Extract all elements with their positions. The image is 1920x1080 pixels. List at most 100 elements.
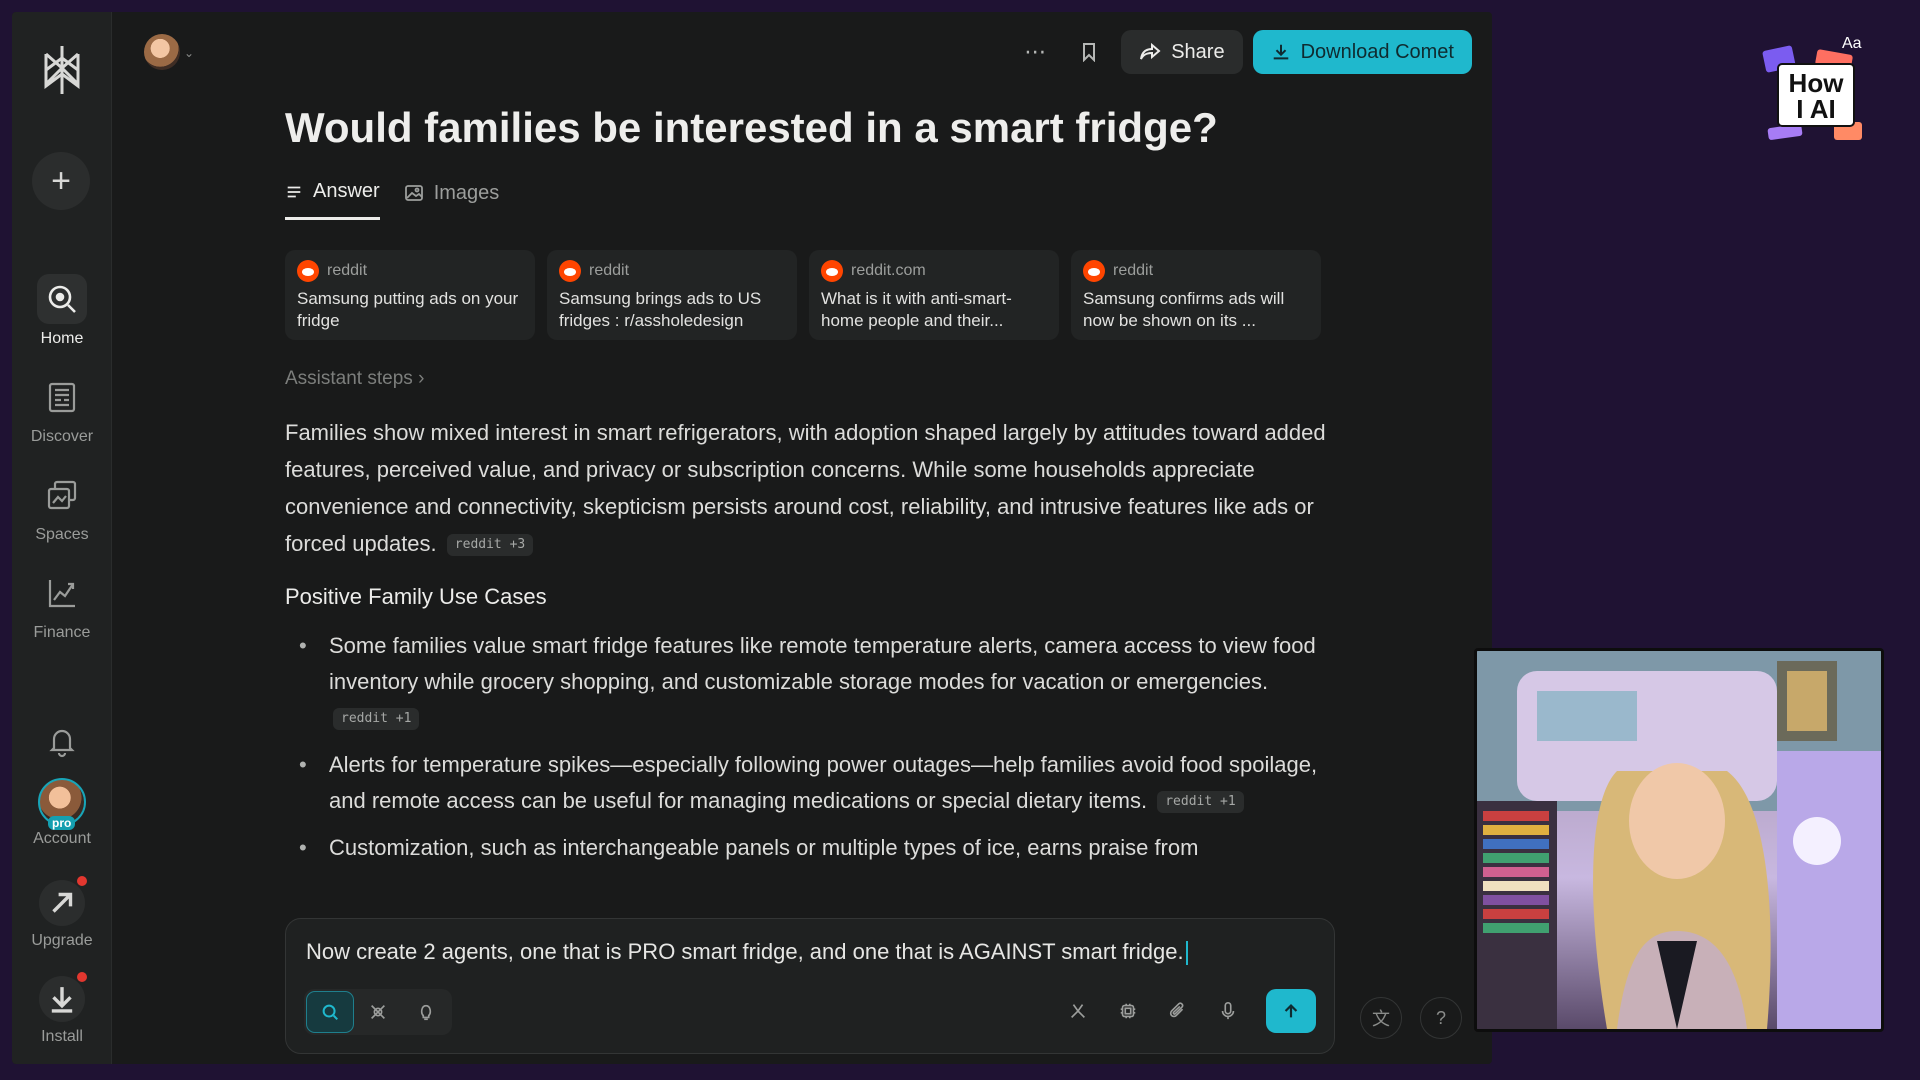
send-button[interactable]	[1266, 989, 1316, 1033]
avatar: pro	[38, 778, 86, 830]
logo-aa-text: Aa	[1842, 35, 1862, 52]
spaces-icon	[37, 470, 87, 520]
bullet-list: Some families value smart fridge feature…	[285, 628, 1335, 910]
bullet-text: Some families value smart fridge feature…	[329, 633, 1316, 694]
translate-icon: 文	[1372, 1009, 1390, 1029]
chip-button[interactable]	[1106, 989, 1150, 1033]
perplexity-logo-icon[interactable]	[32, 40, 92, 100]
bookmark-icon	[1083, 43, 1096, 62]
reddit-icon	[821, 260, 843, 282]
bullet-text: Customization, such as interchangeable p…	[329, 835, 1199, 860]
download-icon	[1273, 44, 1288, 60]
tab-answer[interactable]: Answer	[285, 180, 380, 220]
sidebar-item-label: Spaces	[35, 526, 89, 543]
assistant-steps-label: Assistant steps	[285, 368, 413, 389]
show-logo: Aa How I AI	[1762, 35, 1862, 140]
share-button[interactable]: Share	[1121, 30, 1243, 74]
source-title: Samsung putting ads on your fridge	[297, 289, 519, 330]
composer[interactable]: Now create 2 agents, one that is PRO sma…	[285, 918, 1335, 1054]
topbar-actions: ⋯ Share Download Comet	[1013, 30, 1472, 74]
notifications-button[interactable]	[12, 724, 112, 763]
chevron-down-icon[interactable]: ⌄	[184, 46, 194, 60]
reddit-icon	[559, 260, 581, 282]
assistant-steps-link[interactable]: Assistant steps ›	[285, 368, 424, 390]
source-card[interactable]: reddit Samsung putting ads on your fridg…	[285, 250, 535, 340]
sidebar-item-label: Upgrade	[31, 932, 93, 949]
voice-input-button[interactable]	[1206, 989, 1250, 1033]
share-label: Share	[1171, 40, 1225, 63]
source-title: Samsung brings ads to US fridges : r/ass…	[559, 289, 762, 330]
mode-research-button[interactable]	[354, 991, 402, 1033]
list-item: Alerts for temperature spikes—especially…	[285, 747, 1335, 819]
source-card[interactable]: reddit Samsung brings ads to US fridges …	[547, 250, 797, 340]
pro-badge: pro	[48, 816, 76, 830]
translate-button[interactable]: 文	[1360, 997, 1402, 1039]
text-caret	[1185, 941, 1188, 966]
sidebar-item-install[interactable]: Install	[12, 972, 112, 1046]
arrow-up-icon	[1284, 1004, 1298, 1018]
composer-input[interactable]: Now create 2 agents, one that is PRO sma…	[306, 939, 1188, 966]
source-site: reddit.com	[851, 262, 926, 279]
lightbulb-icon	[420, 1004, 432, 1021]
tab-images[interactable]: Images	[404, 180, 500, 220]
sidebar-item-discover[interactable]: Discover	[12, 372, 112, 446]
browser-window: + Home Discover Spaces Finance pro Accou…	[12, 12, 1492, 1064]
share-icon	[1140, 42, 1161, 60]
more-options-button[interactable]: ⋯	[1013, 30, 1057, 74]
plus-icon: +	[51, 162, 71, 200]
citation-badge[interactable]: reddit +1	[333, 708, 420, 731]
sidebar: + Home Discover Spaces Finance pro Accou…	[12, 12, 112, 1064]
attach-button[interactable]	[1156, 989, 1200, 1033]
answer-text: Families show mixed interest in smart re…	[285, 420, 1326, 556]
citation-badge[interactable]: reddit +3	[446, 534, 534, 557]
bookmark-button[interactable]	[1067, 30, 1111, 74]
user-avatar[interactable]	[144, 34, 180, 70]
image-icon	[404, 185, 423, 201]
sidebar-item-label: Discover	[30, 428, 94, 445]
composer-text: Now create 2 agents, one that is PRO sma…	[306, 939, 1184, 964]
microphone-icon	[1221, 1002, 1235, 1020]
download-comet-button[interactable]: Download Comet	[1252, 30, 1472, 74]
sidebar-item-label: Account	[33, 830, 91, 847]
tab-label: Images	[433, 181, 500, 204]
chip-icon	[1120, 1003, 1136, 1019]
answer-paragraph: Families show mixed interest in smart re…	[285, 414, 1335, 562]
tab-label: Answer	[313, 180, 380, 202]
source-site: reddit	[589, 262, 630, 279]
question-mark-icon: ?	[1435, 1007, 1446, 1028]
source-site: reddit	[1113, 262, 1154, 279]
sidebar-item-finance[interactable]: Finance	[12, 568, 112, 642]
webcam-scene	[1477, 651, 1881, 1029]
sidebar-item-upgrade[interactable]: Upgrade	[12, 876, 112, 950]
mode-search-button[interactable]	[306, 991, 354, 1033]
source-site: reddit	[327, 262, 368, 279]
source-card[interactable]: reddit Samsung confirms ads will now be …	[1071, 250, 1321, 340]
sidebar-item-label: Install	[41, 1028, 83, 1045]
sidebar-item-spaces[interactable]: Spaces	[12, 470, 112, 544]
page-title: Would families be interested in a smart …	[285, 104, 1218, 151]
reddit-icon	[297, 260, 319, 282]
notification-dot	[77, 972, 87, 982]
download-icon	[39, 972, 87, 1022]
help-button[interactable]: ?	[1420, 997, 1462, 1039]
download-label: Download Comet	[1300, 40, 1454, 63]
model-selector-button[interactable]	[1056, 989, 1100, 1033]
list-item: Customization, such as interchangeable p…	[285, 830, 1335, 866]
ellipsis-icon: ⋯	[1024, 39, 1047, 64]
answer-tabs: Answer Images	[285, 180, 499, 220]
bell-icon	[49, 729, 75, 758]
sidebar-item-home[interactable]: Home	[12, 274, 112, 348]
new-thread-button[interactable]: +	[32, 152, 90, 210]
search-icon	[37, 274, 87, 324]
newspaper-icon	[37, 372, 87, 422]
sidebar-item-label: Home	[40, 330, 84, 347]
branch-icon	[1071, 1004, 1085, 1018]
source-card[interactable]: reddit.com What is it with anti-smart-ho…	[809, 250, 1059, 340]
citation-badge[interactable]: reddit +1	[1157, 791, 1244, 814]
sidebar-item-account[interactable]: pro Account	[12, 778, 112, 848]
reddit-icon	[1083, 260, 1105, 282]
list-item: Some families value smart fridge feature…	[285, 628, 1335, 736]
mode-labs-button[interactable]	[402, 991, 450, 1033]
source-title: Samsung confirms ads will now be shown o…	[1083, 289, 1285, 330]
search-icon	[322, 1004, 338, 1020]
